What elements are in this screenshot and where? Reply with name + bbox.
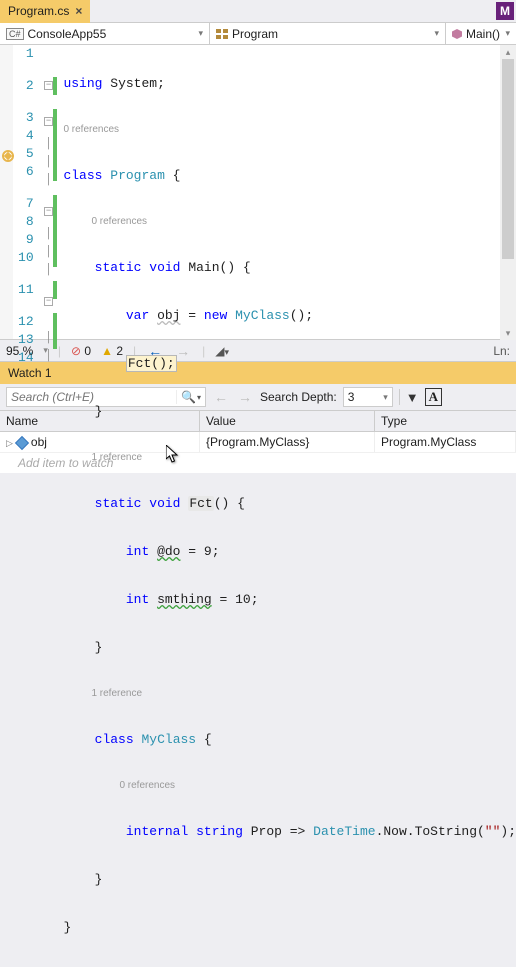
expand-icon[interactable]: ▷: [6, 438, 13, 448]
fold-margin[interactable]: − − │││ − │││ − ││: [44, 45, 54, 339]
class-selector[interactable]: Program ▾: [210, 23, 446, 44]
member-name: Main(): [466, 27, 500, 41]
glyph-margin[interactable]: [0, 45, 13, 339]
tab-title: Program.cs: [8, 4, 69, 18]
scroll-down-icon[interactable]: ▾: [500, 326, 516, 340]
chevron-down-icon: ▾: [434, 28, 439, 39]
fold-toggle[interactable]: −: [44, 81, 53, 90]
toolbox-hint[interactable]: M: [496, 2, 514, 20]
chevron-down-icon: ▾: [505, 28, 510, 39]
codelens[interactable]: 0 references: [63, 779, 516, 793]
current-statement: Fct();: [126, 355, 177, 372]
scroll-up-icon[interactable]: ▴: [500, 45, 516, 59]
project-selector[interactable]: C# ConsoleApp55 ▾: [0, 23, 210, 44]
codelens[interactable]: 0 references: [63, 215, 516, 229]
breakpoint-current-icon[interactable]: [2, 150, 14, 162]
document-tab[interactable]: Program.cs ×: [0, 0, 90, 23]
navigation-bar: C# ConsoleApp55 ▾ Program ▾ Main() ▾: [0, 23, 516, 45]
line-numbers: 1 2 3 4 5 6 7 8 9 10 11 12 13 14: [13, 45, 44, 339]
fold-toggle[interactable]: −: [44, 117, 53, 126]
code-content[interactable]: using System; 0 references class Program…: [57, 45, 516, 339]
project-name: ConsoleApp55: [28, 27, 107, 41]
codelens[interactable]: 1 reference: [63, 687, 516, 701]
class-name: Program: [232, 27, 278, 41]
method-icon: [452, 29, 462, 39]
scrollbar-thumb[interactable]: [502, 59, 514, 259]
vertical-scrollbar[interactable]: ▴ ▾: [500, 45, 516, 340]
watch-name: obj: [31, 435, 47, 449]
codelens[interactable]: 1 reference: [63, 451, 516, 465]
chevron-down-icon: ▾: [198, 28, 203, 39]
zoom-level[interactable]: 95 %: [6, 344, 33, 358]
fold-toggle[interactable]: −: [44, 207, 53, 216]
csharp-icon: C#: [6, 28, 24, 40]
close-icon[interactable]: ×: [75, 4, 82, 18]
member-selector[interactable]: Main() ▾: [446, 23, 516, 44]
object-icon: [15, 436, 29, 450]
code-editor[interactable]: 1 2 3 4 5 6 7 8 9 10 11 12 13 14 − − │││…: [0, 45, 516, 340]
codelens[interactable]: 0 references: [63, 123, 516, 137]
class-icon: [216, 29, 228, 39]
fold-toggle[interactable]: −: [44, 297, 53, 306]
document-tab-bar: Program.cs × M: [0, 0, 516, 23]
